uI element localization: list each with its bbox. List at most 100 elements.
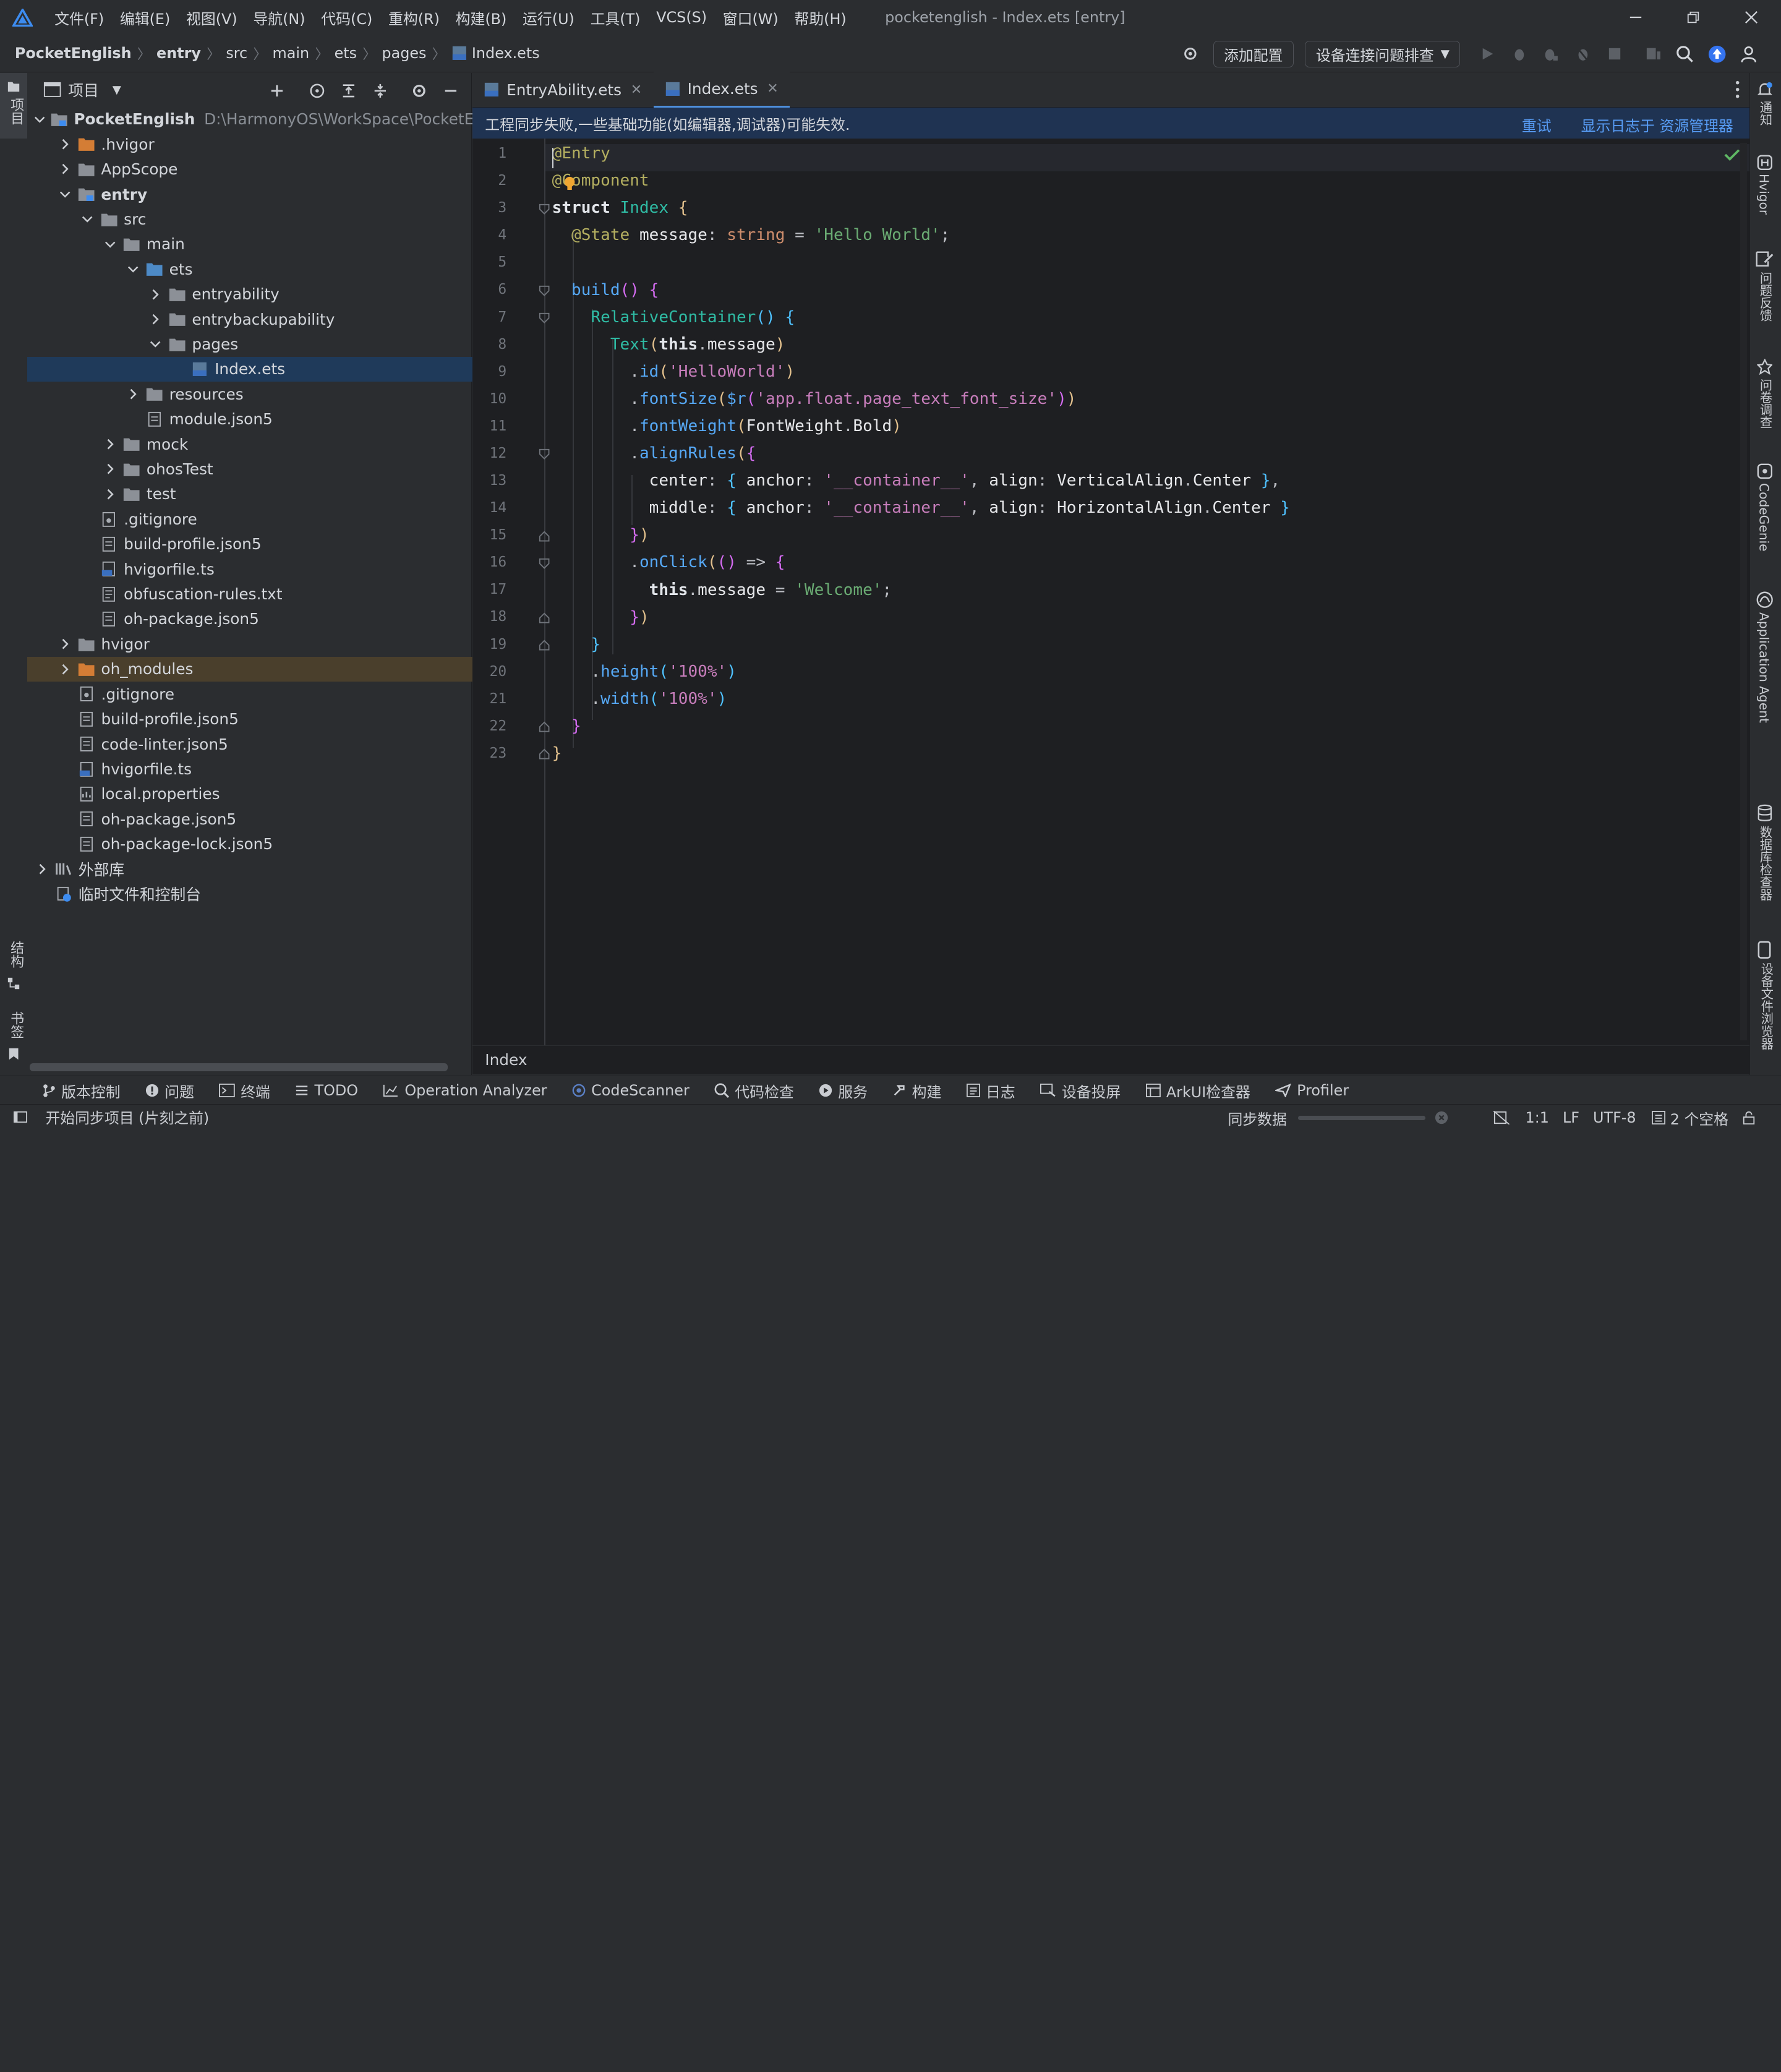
- tree-node-entry-hvigorfile[interactable]: hvigorfile.ts: [27, 557, 544, 581]
- menu-edit[interactable]: 编辑(E): [120, 7, 170, 28]
- vertical-scrollbar[interactable]: [1740, 143, 1747, 1041]
- chevron-down-icon[interactable]: [34, 111, 45, 127]
- fold-icon[interactable]: [539, 285, 550, 296]
- bookmarks-tool-button[interactable]: 书签: [0, 1011, 27, 1061]
- profile-icon[interactable]: [1571, 43, 1594, 66]
- tree-node-root-gitignore[interactable]: .gitignore: [27, 682, 521, 706]
- chevron-right-icon[interactable]: [148, 311, 164, 327]
- breadcrumb-file[interactable]: Index.ets: [472, 45, 540, 62]
- lock-icon[interactable]: [1742, 1111, 1756, 1125]
- stop-icon[interactable]: [1604, 43, 1626, 66]
- debug-icon[interactable]: [1508, 43, 1531, 66]
- line-separator[interactable]: LF: [1563, 1109, 1579, 1126]
- lightbulb-icon[interactable]: [563, 176, 576, 191]
- close-tab-icon[interactable]: ✕: [631, 82, 642, 98]
- update-icon[interactable]: [1706, 43, 1728, 66]
- no-problems-check-icon[interactable]: [1724, 148, 1740, 161]
- tree-node-project-root[interactable]: PocketEnglish D:\HarmonyOS\WorkSpace\Poc…: [27, 107, 498, 132]
- add-config-button[interactable]: 添加配置: [1213, 41, 1294, 67]
- menu-run[interactable]: 运行(U): [523, 7, 574, 28]
- show-log-link[interactable]: 显示日志于 资源管理器: [1581, 118, 1733, 135]
- close-tab-icon[interactable]: ✕: [767, 81, 778, 96]
- fold-icon[interactable]: [539, 448, 550, 460]
- tool-device-mirror[interactable]: 设备投屏: [1040, 1080, 1121, 1102]
- tool-code-inspection[interactable]: 代码检查: [714, 1080, 794, 1102]
- chevron-right-icon[interactable]: [57, 161, 73, 178]
- collapse-all-icon[interactable]: [369, 80, 392, 103]
- attach-debugger-icon[interactable]: [1540, 43, 1563, 66]
- tree-node-appscope[interactable]: AppScope: [27, 156, 501, 181]
- readonly-icon[interactable]: [1493, 1111, 1510, 1125]
- tree-node-ohostest[interactable]: ohosTest: [27, 456, 546, 481]
- menu-help[interactable]: 帮助(H): [794, 7, 846, 28]
- project-panel-title[interactable]: 项目: [68, 79, 99, 101]
- database-inspector-tool-button[interactable]: 数据库检查器: [1757, 804, 1781, 901]
- menu-view[interactable]: 视图(V): [186, 7, 237, 28]
- chevron-right-icon[interactable]: [57, 636, 73, 653]
- tree-node-entry[interactable]: entry: [27, 182, 501, 207]
- chevron-down-icon[interactable]: [148, 336, 164, 353]
- fold-icon[interactable]: [539, 640, 550, 651]
- tool-services[interactable]: 服务: [819, 1080, 868, 1102]
- menu-vcs[interactable]: VCS(S): [656, 9, 707, 26]
- tree-node-entry-oh-package[interactable]: oh-package.json5: [27, 607, 544, 631]
- indent-setting[interactable]: 2 个空格: [1670, 1107, 1728, 1129]
- file-encoding[interactable]: UTF-8: [1593, 1109, 1636, 1126]
- chevron-down-icon[interactable]: [80, 212, 96, 228]
- tree-node-scratches[interactable]: 临时文件和控制台: [27, 881, 498, 906]
- tree-node-root-hvigorfile[interactable]: hvigorfile.ts: [27, 756, 521, 781]
- tool-terminal[interactable]: 终端: [219, 1080, 270, 1102]
- more-options-icon[interactable]: [1735, 80, 1740, 98]
- breadcrumb-project[interactable]: PocketEnglish: [15, 45, 132, 62]
- run-icon[interactable]: [1476, 43, 1499, 66]
- settings-icon[interactable]: [408, 80, 430, 103]
- tool-profiler[interactable]: Profiler: [1275, 1082, 1349, 1099]
- notifications-tool-button[interactable]: 通知: [1757, 82, 1781, 126]
- tool-log[interactable]: 日志: [966, 1080, 1015, 1102]
- close-window-button[interactable]: [1725, 0, 1777, 35]
- chevron-right-icon[interactable]: [102, 461, 118, 477]
- fold-icon[interactable]: [539, 612, 550, 623]
- breadcrumb-ets[interactable]: ets: [335, 45, 357, 62]
- tree-node-external-libraries[interactable]: 外部库: [27, 857, 478, 881]
- gear-icon[interactable]: [1179, 43, 1202, 66]
- tree-node-test[interactable]: test: [27, 482, 546, 507]
- device-manager-icon[interactable]: [1642, 43, 1665, 66]
- fold-icon[interactable]: [539, 531, 550, 542]
- breadcrumb-src[interactable]: src: [226, 45, 247, 62]
- chevron-down-icon[interactable]: ▼: [113, 83, 121, 96]
- device-file-browser-tool-button[interactable]: 设备文件浏览器: [1758, 941, 1781, 1050]
- menu-code[interactable]: 代码(C): [321, 7, 372, 28]
- caret-position[interactable]: 1:1: [1526, 1109, 1549, 1126]
- chevron-right-icon[interactable]: [57, 661, 73, 677]
- menu-tools[interactable]: 工具(T): [591, 7, 641, 28]
- tree-node-root-oh-package[interactable]: oh-package.json5: [27, 807, 521, 831]
- breadcrumb-main[interactable]: main: [273, 45, 310, 62]
- chevron-down-icon[interactable]: [102, 236, 118, 252]
- horizontal-scrollbar[interactable]: [29, 1063, 448, 1071]
- tree-node-mock[interactable]: mock: [27, 432, 546, 456]
- search-icon[interactable]: [1674, 43, 1697, 66]
- status-message[interactable]: 开始同步项目 (片刻之前): [45, 1106, 209, 1128]
- menu-refactor[interactable]: 重构(R): [388, 7, 440, 28]
- menu-file[interactable]: 文件(F): [54, 7, 104, 28]
- tree-node-oh-modules[interactable]: oh_modules: [27, 656, 501, 682]
- hide-panel-icon[interactable]: [440, 80, 463, 103]
- tree-node-local-properties[interactable]: local.properties: [27, 782, 521, 807]
- chevron-right-icon[interactable]: [57, 136, 73, 152]
- menu-navigate[interactable]: 导航(N): [253, 7, 305, 28]
- codegenie-tool-button[interactable]: CodeGenie: [1757, 463, 1773, 551]
- tool-codescanner[interactable]: CodeScanner: [572, 1082, 690, 1099]
- tool-arkui-inspector[interactable]: ArkUI检查器: [1145, 1080, 1250, 1102]
- restore-button[interactable]: [1667, 0, 1719, 35]
- chevron-right-icon[interactable]: [102, 436, 118, 452]
- fold-icon[interactable]: [539, 558, 550, 569]
- code-editor[interactable]: 1 2 3 4 5 6 7 8 9 10 11 12 13 14 15 16 1…: [472, 139, 1749, 1045]
- tree-node-src[interactable]: src: [27, 207, 524, 231]
- chevron-right-icon[interactable]: [148, 286, 164, 302]
- expand-all-icon[interactable]: [337, 80, 360, 103]
- tool-problems[interactable]: 问题: [145, 1080, 194, 1102]
- tree-node-oh-package-lock[interactable]: oh-package-lock.json5: [27, 831, 521, 856]
- project-tool-button[interactable]: 项目: [0, 72, 28, 139]
- menu-build[interactable]: 构建(B): [456, 7, 507, 28]
